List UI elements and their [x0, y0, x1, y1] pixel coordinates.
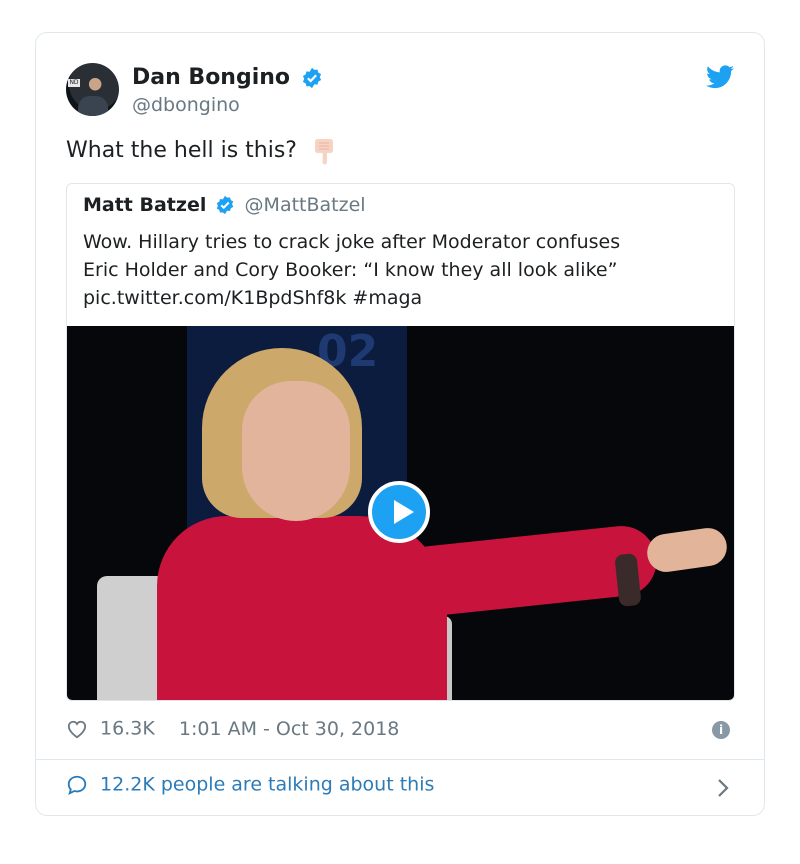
- speech-bubble-icon: [67, 775, 87, 795]
- twitter-bird-icon[interactable]: [706, 65, 734, 89]
- tweet-text: What the hell is this?: [66, 135, 338, 167]
- quoted-author-handle[interactable]: @MattBatzel: [245, 194, 366, 216]
- author-avatar[interactable]: ND: [66, 63, 119, 116]
- heart-icon[interactable]: [66, 719, 88, 739]
- video-hand: [644, 525, 730, 575]
- quoted-tweet-header: Matt Batzel @MattBatzel: [83, 194, 366, 224]
- avatar-logo: ND: [68, 79, 80, 87]
- video-person-face: [242, 381, 350, 521]
- avatar-shirt: [78, 96, 108, 116]
- tweet-header: ND Dan Bongino @dbongino: [66, 63, 734, 119]
- quoted-author-name[interactable]: Matt Batzel: [83, 194, 206, 216]
- like-count[interactable]: 16.3K: [100, 718, 155, 740]
- quoted-tweet[interactable]: Matt Batzel @MattBatzel Wow. Hillary tri…: [66, 183, 735, 701]
- author-handle[interactable]: @dbongino: [132, 93, 323, 117]
- author-display-name[interactable]: Dan Bongino: [132, 63, 290, 93]
- chevron-right-icon[interactable]: [716, 777, 730, 799]
- verified-badge-icon: [217, 195, 234, 215]
- tweet-card: ND Dan Bongino @dbongino What the hell i…: [35, 32, 765, 816]
- video-person-body: [157, 516, 447, 700]
- play-icon: [394, 500, 414, 524]
- tweet-timestamp[interactable]: 1:01 AM - Oct 30, 2018: [179, 718, 400, 740]
- play-button[interactable]: [368, 481, 430, 543]
- conversation-label[interactable]: 12.2K people are talking about this: [100, 774, 434, 796]
- conversation-link[interactable]: 12.2K people are talking about this: [66, 773, 434, 803]
- author-name-block[interactable]: Dan Bongino @dbongino: [132, 63, 323, 117]
- pointing-down-emoji-icon: [314, 139, 333, 165]
- tweet-meta: 16.3K 1:01 AM - Oct 30, 2018: [66, 717, 399, 745]
- divider: [36, 759, 764, 760]
- verified-badge-icon: [303, 67, 322, 89]
- quoted-tweet-text: Wow. Hillary tries to crack joke after M…: [83, 231, 621, 309]
- info-icon[interactable]: i: [712, 721, 730, 739]
- video-thumbnail[interactable]: 02: [67, 326, 734, 700]
- tweet-text-body: What the hell is this?: [66, 138, 297, 163]
